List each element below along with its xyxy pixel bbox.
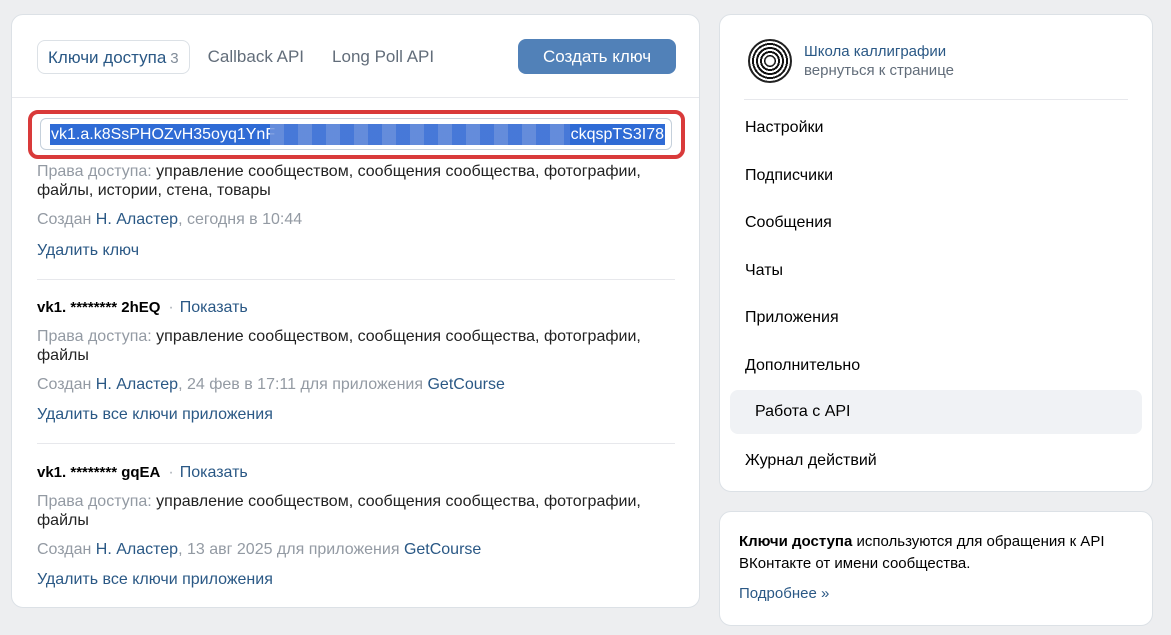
rights-value-cont: файлы	[37, 347, 89, 364]
tab-access-keys-count: 3	[170, 50, 179, 67]
app-link[interactable]: GetCourse	[427, 376, 504, 393]
key-item: vk1. ******** 2hEQ · Показать Права доступ…	[37, 298, 677, 424]
community-avatar[interactable]	[748, 39, 792, 83]
info-text: Ключи доступа используются для обращения…	[739, 531, 1129, 575]
menu-divider	[744, 99, 1128, 100]
created-prefix: Создан	[37, 211, 92, 228]
new-key-value-start: vk1.a.k8SsPHOZvH35oyq1YnF	[51, 126, 276, 143]
creator-link[interactable]: Н. Аластер	[96, 211, 178, 228]
tab-callback-api[interactable]: Callback API	[198, 40, 314, 74]
new-key-value-end: ckqspTS3I78	[570, 126, 664, 143]
created-time: , 13 авг 2025 для приложения	[178, 541, 400, 558]
new-key-field[interactable]: vk1.a.k8SsPHOZvH35oyq1YnF ckqspTS3I78	[40, 118, 672, 150]
created-time: , сегодня в 10:44	[178, 211, 303, 228]
rights-value-cont: файлы, истории, стена, товары	[37, 182, 271, 199]
menu-item-messages[interactable]: Сообщения	[745, 214, 832, 232]
creator-link[interactable]: Н. Аластер	[96, 541, 178, 558]
api-tabs: Ключи доступа 3 Callback API Long Poll AP…	[37, 40, 444, 74]
divider	[37, 443, 675, 444]
rights-value: управление сообществом, сообщения сообще…	[156, 163, 641, 180]
new-key-selected-text: vk1.a.k8SsPHOZvH35oyq1YnF ckqspTS3I78	[50, 124, 665, 145]
new-key-redaction	[270, 124, 570, 145]
delete-app-keys-link[interactable]: Удалить все ключи приложения	[37, 570, 677, 589]
community-header: Школа каллиграфии вернуться к странице	[748, 39, 954, 83]
creator-link[interactable]: Н. Аластер	[96, 376, 178, 393]
menu-item-chats[interactable]: Чаты	[745, 262, 783, 280]
menu-item-more[interactable]: Дополнительно	[745, 357, 860, 375]
tab-long-poll-api[interactable]: Long Poll API	[322, 40, 444, 74]
rights-label: Права доступа:	[37, 163, 152, 180]
menu-item-subscribers[interactable]: Подписчики	[745, 167, 833, 185]
rights-label: Права доступа:	[37, 493, 152, 510]
created-prefix: Создан	[37, 376, 92, 393]
new-key-highlight: vk1.a.k8SsPHOZvH35oyq1YnF ckqspTS3I78	[28, 110, 685, 159]
tab-access-keys[interactable]: Ключи доступа 3	[37, 40, 190, 74]
show-key-link[interactable]: Показать	[180, 464, 248, 481]
delete-key-link[interactable]: Удалить ключ	[37, 241, 677, 260]
community-name-link[interactable]: Школа каллиграфии	[804, 42, 954, 61]
community-menu-card: Школа каллиграфии вернуться к странице Н…	[719, 14, 1153, 492]
info-bold: Ключи доступа	[739, 533, 853, 550]
delete-app-keys-link[interactable]: Удалить все ключи приложения	[37, 405, 677, 424]
rights-value: управление сообществом, сообщения сообще…	[156, 328, 641, 345]
rights-label: Права доступа:	[37, 328, 152, 345]
app-link[interactable]: GetCourse	[404, 541, 481, 558]
tab-access-keys-label: Ключи доступа	[48, 48, 167, 67]
key-item: vk1. ******** gqEA · Показать Права доступ…	[37, 463, 677, 589]
create-key-button[interactable]: Создать ключ	[518, 39, 676, 74]
created-prefix: Создан	[37, 541, 92, 558]
more-link[interactable]: Подробнее »	[739, 585, 829, 602]
menu-item-settings[interactable]: Настройки	[745, 119, 823, 137]
api-keys-card: Ключи доступа 3 Callback API Long Poll AP…	[11, 14, 700, 608]
rights-value-cont: файлы	[37, 512, 89, 529]
menu-item-api[interactable]: Работа с API	[730, 390, 1142, 434]
back-to-page-link[interactable]: вернуться к странице	[804, 61, 954, 80]
divider	[37, 279, 675, 280]
key-title: vk1. ******** gqEA	[37, 464, 161, 481]
info-card: Ключи доступа используются для обращения…	[719, 511, 1153, 626]
menu-item-apps[interactable]: Приложения	[745, 309, 839, 327]
tabs-divider	[12, 97, 699, 98]
created-time: , 24 фев в 17:11 для приложения	[178, 376, 424, 393]
show-key-link[interactable]: Показать	[180, 299, 248, 316]
new-key-details: Права доступа: управление сообществом, с…	[37, 162, 677, 260]
key-title: vk1. ******** 2hEQ	[37, 299, 161, 316]
rights-value: управление сообществом, сообщения сообще…	[156, 493, 641, 510]
menu-item-action-log[interactable]: Журнал действий	[745, 452, 877, 470]
